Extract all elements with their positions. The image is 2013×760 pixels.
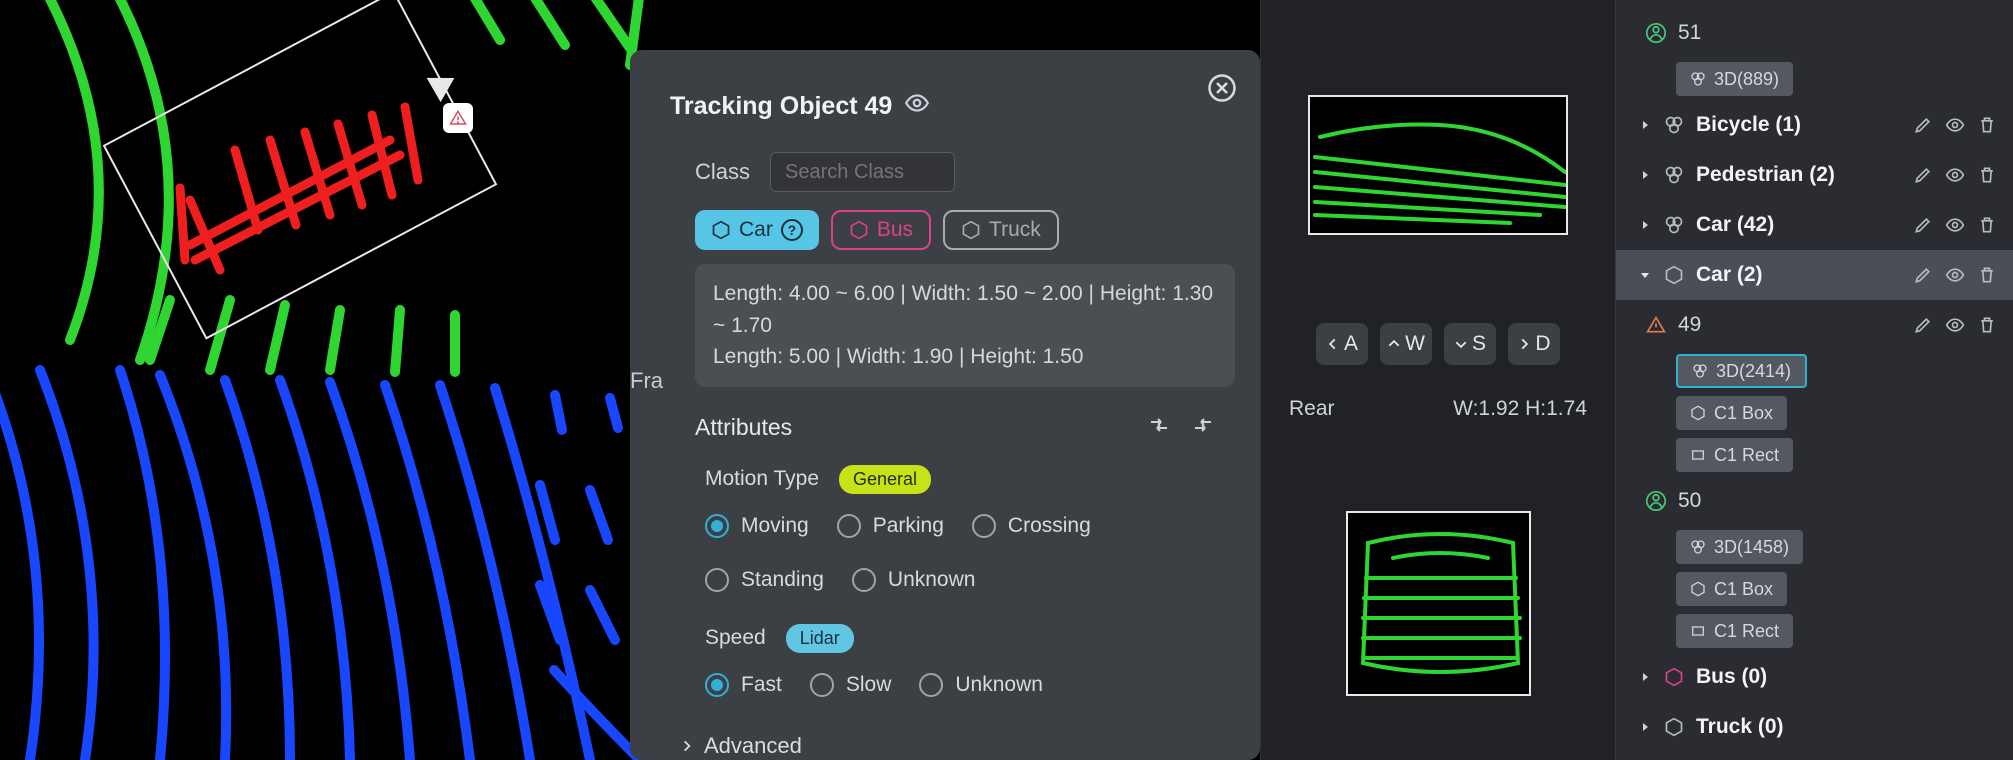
edit-icon[interactable] [1913, 115, 1933, 135]
radio-dot-icon [852, 568, 876, 592]
edit-icon[interactable] [1913, 165, 1933, 185]
asset-3d-1458[interactable]: 3D(1458) [1676, 530, 1803, 564]
help-icon[interactable]: ? [781, 219, 803, 241]
tree-instance-49[interactable]: 49 [1616, 300, 2013, 350]
tree-class-pedestrian[interactable]: Pedestrian (2) [1616, 150, 2013, 200]
radio-dot-icon [705, 673, 729, 697]
rear-label: Rear [1289, 397, 1335, 421]
speed-radios-slow[interactable]: Slow [810, 673, 892, 697]
class-chip-car[interactable]: Car ? [695, 210, 819, 250]
object-tree-sidebar: 51 3D(889) Bicycle (1) Pedestrian (2) Ca… [1615, 0, 2013, 760]
class-label: Class [695, 159, 750, 185]
nav-key-down[interactable]: S [1444, 323, 1496, 365]
nav-key-left[interactable]: A [1316, 323, 1368, 365]
advanced-toggle[interactable]: Advanced [680, 733, 1220, 759]
eye-icon[interactable] [1945, 115, 1965, 135]
side-pointcloud-icon [1310, 97, 1568, 235]
speed-label: Speed [705, 626, 766, 650]
asset-c1-rect-50[interactable]: C1 Rect [1676, 614, 1793, 648]
motion-radios-crossing[interactable]: Crossing [972, 514, 1091, 538]
radio-dot-icon [919, 673, 943, 697]
tree-class-car-2[interactable]: Car (2) [1616, 250, 2013, 300]
radio-dot-icon [810, 673, 834, 697]
eye-icon[interactable] [1945, 315, 1965, 335]
eye-icon[interactable] [1945, 165, 1965, 185]
attr-copy-in-icon[interactable] [1147, 413, 1171, 443]
tree-class-truck[interactable]: Truck (0) [1616, 702, 2013, 752]
search-class-input[interactable] [770, 152, 955, 192]
visibility-icon[interactable] [904, 90, 930, 122]
speed-radios-unknown[interactable]: Unknown [919, 673, 1043, 697]
tree-class-bus[interactable]: Bus (0) [1616, 652, 2013, 702]
asset-c1-box-50[interactable]: C1 Box [1676, 572, 1787, 606]
asset-c1-rect-49[interactable]: C1 Rect [1676, 438, 1793, 472]
eye-icon[interactable] [1945, 215, 1965, 235]
tree-instance-50[interactable]: 50 [1616, 476, 2013, 526]
attr-copy-out-icon[interactable] [1191, 413, 1215, 443]
close-button[interactable] [1206, 72, 1238, 104]
rear-pointcloud-icon [1348, 513, 1531, 696]
rear-view-thumb[interactable] [1346, 511, 1531, 696]
attributes-label: Attributes [695, 414, 792, 441]
edit-icon[interactable] [1913, 315, 1933, 335]
asset-3d-2414[interactable]: 3D(2414) [1676, 354, 1807, 388]
motion-radio-group: Moving Parking Crossing Standing Unknown [705, 514, 1235, 592]
nav-key-row: A W S D [1261, 323, 1615, 365]
tree-instance-51[interactable]: 51 [1616, 8, 2013, 58]
side-view-thumb[interactable] [1308, 95, 1568, 235]
trash-icon[interactable] [1977, 215, 1997, 235]
warning-badge-icon [443, 103, 473, 133]
rear-dims: W:1.92 H:1.74 [1453, 397, 1587, 421]
radio-dot-icon [705, 514, 729, 538]
panel-title: Tracking Object 49 [670, 92, 892, 121]
object-inspector-panel: Tracking Object 49 Class Car ? Bus Truck… [630, 50, 1260, 760]
motion-badge: General [839, 465, 931, 494]
nav-key-right[interactable]: D [1508, 323, 1560, 365]
eye-icon[interactable] [1945, 265, 1965, 285]
motion-radios-moving[interactable]: Moving [705, 514, 809, 538]
trash-icon[interactable] [1977, 265, 1997, 285]
nav-key-up[interactable]: W [1380, 323, 1432, 365]
aux-views-column: A W S D Rear W:1.92 H:1.74 [1260, 0, 1615, 760]
motion-type-label: Motion Type [705, 467, 819, 491]
motion-radios-parking[interactable]: Parking [837, 514, 944, 538]
speed-radios-fast[interactable]: Fast [705, 673, 782, 697]
motion-radios-standing[interactable]: Standing [705, 568, 824, 592]
radio-dot-icon [972, 514, 996, 538]
trash-icon[interactable] [1977, 115, 1997, 135]
motion-radios-unknown[interactable]: Unknown [852, 568, 976, 592]
dimension-tooltip: Length: 4.00 ~ 6.00 | Width: 1.50 ~ 2.00… [695, 264, 1235, 387]
tree-class-car-42[interactable]: Car (42) [1616, 200, 2013, 250]
frame-label-cut: Fra [630, 368, 663, 394]
edit-icon[interactable] [1913, 265, 1933, 285]
radio-dot-icon [837, 514, 861, 538]
class-chip-bus[interactable]: Bus [831, 210, 931, 250]
class-chip-truck[interactable]: Truck [943, 210, 1059, 250]
asset-3d-889[interactable]: 3D(889) [1676, 62, 1793, 96]
trash-icon[interactable] [1977, 165, 1997, 185]
radio-dot-icon [705, 568, 729, 592]
edit-icon[interactable] [1913, 215, 1933, 235]
trash-icon[interactable] [1977, 315, 1997, 335]
speed-radio-group: Fast Slow Unknown [705, 673, 1235, 697]
tree-class-bicycle[interactable]: Bicycle (1) [1616, 100, 2013, 150]
asset-c1-box-49[interactable]: C1 Box [1676, 396, 1787, 430]
speed-badge: Lidar [786, 624, 854, 653]
